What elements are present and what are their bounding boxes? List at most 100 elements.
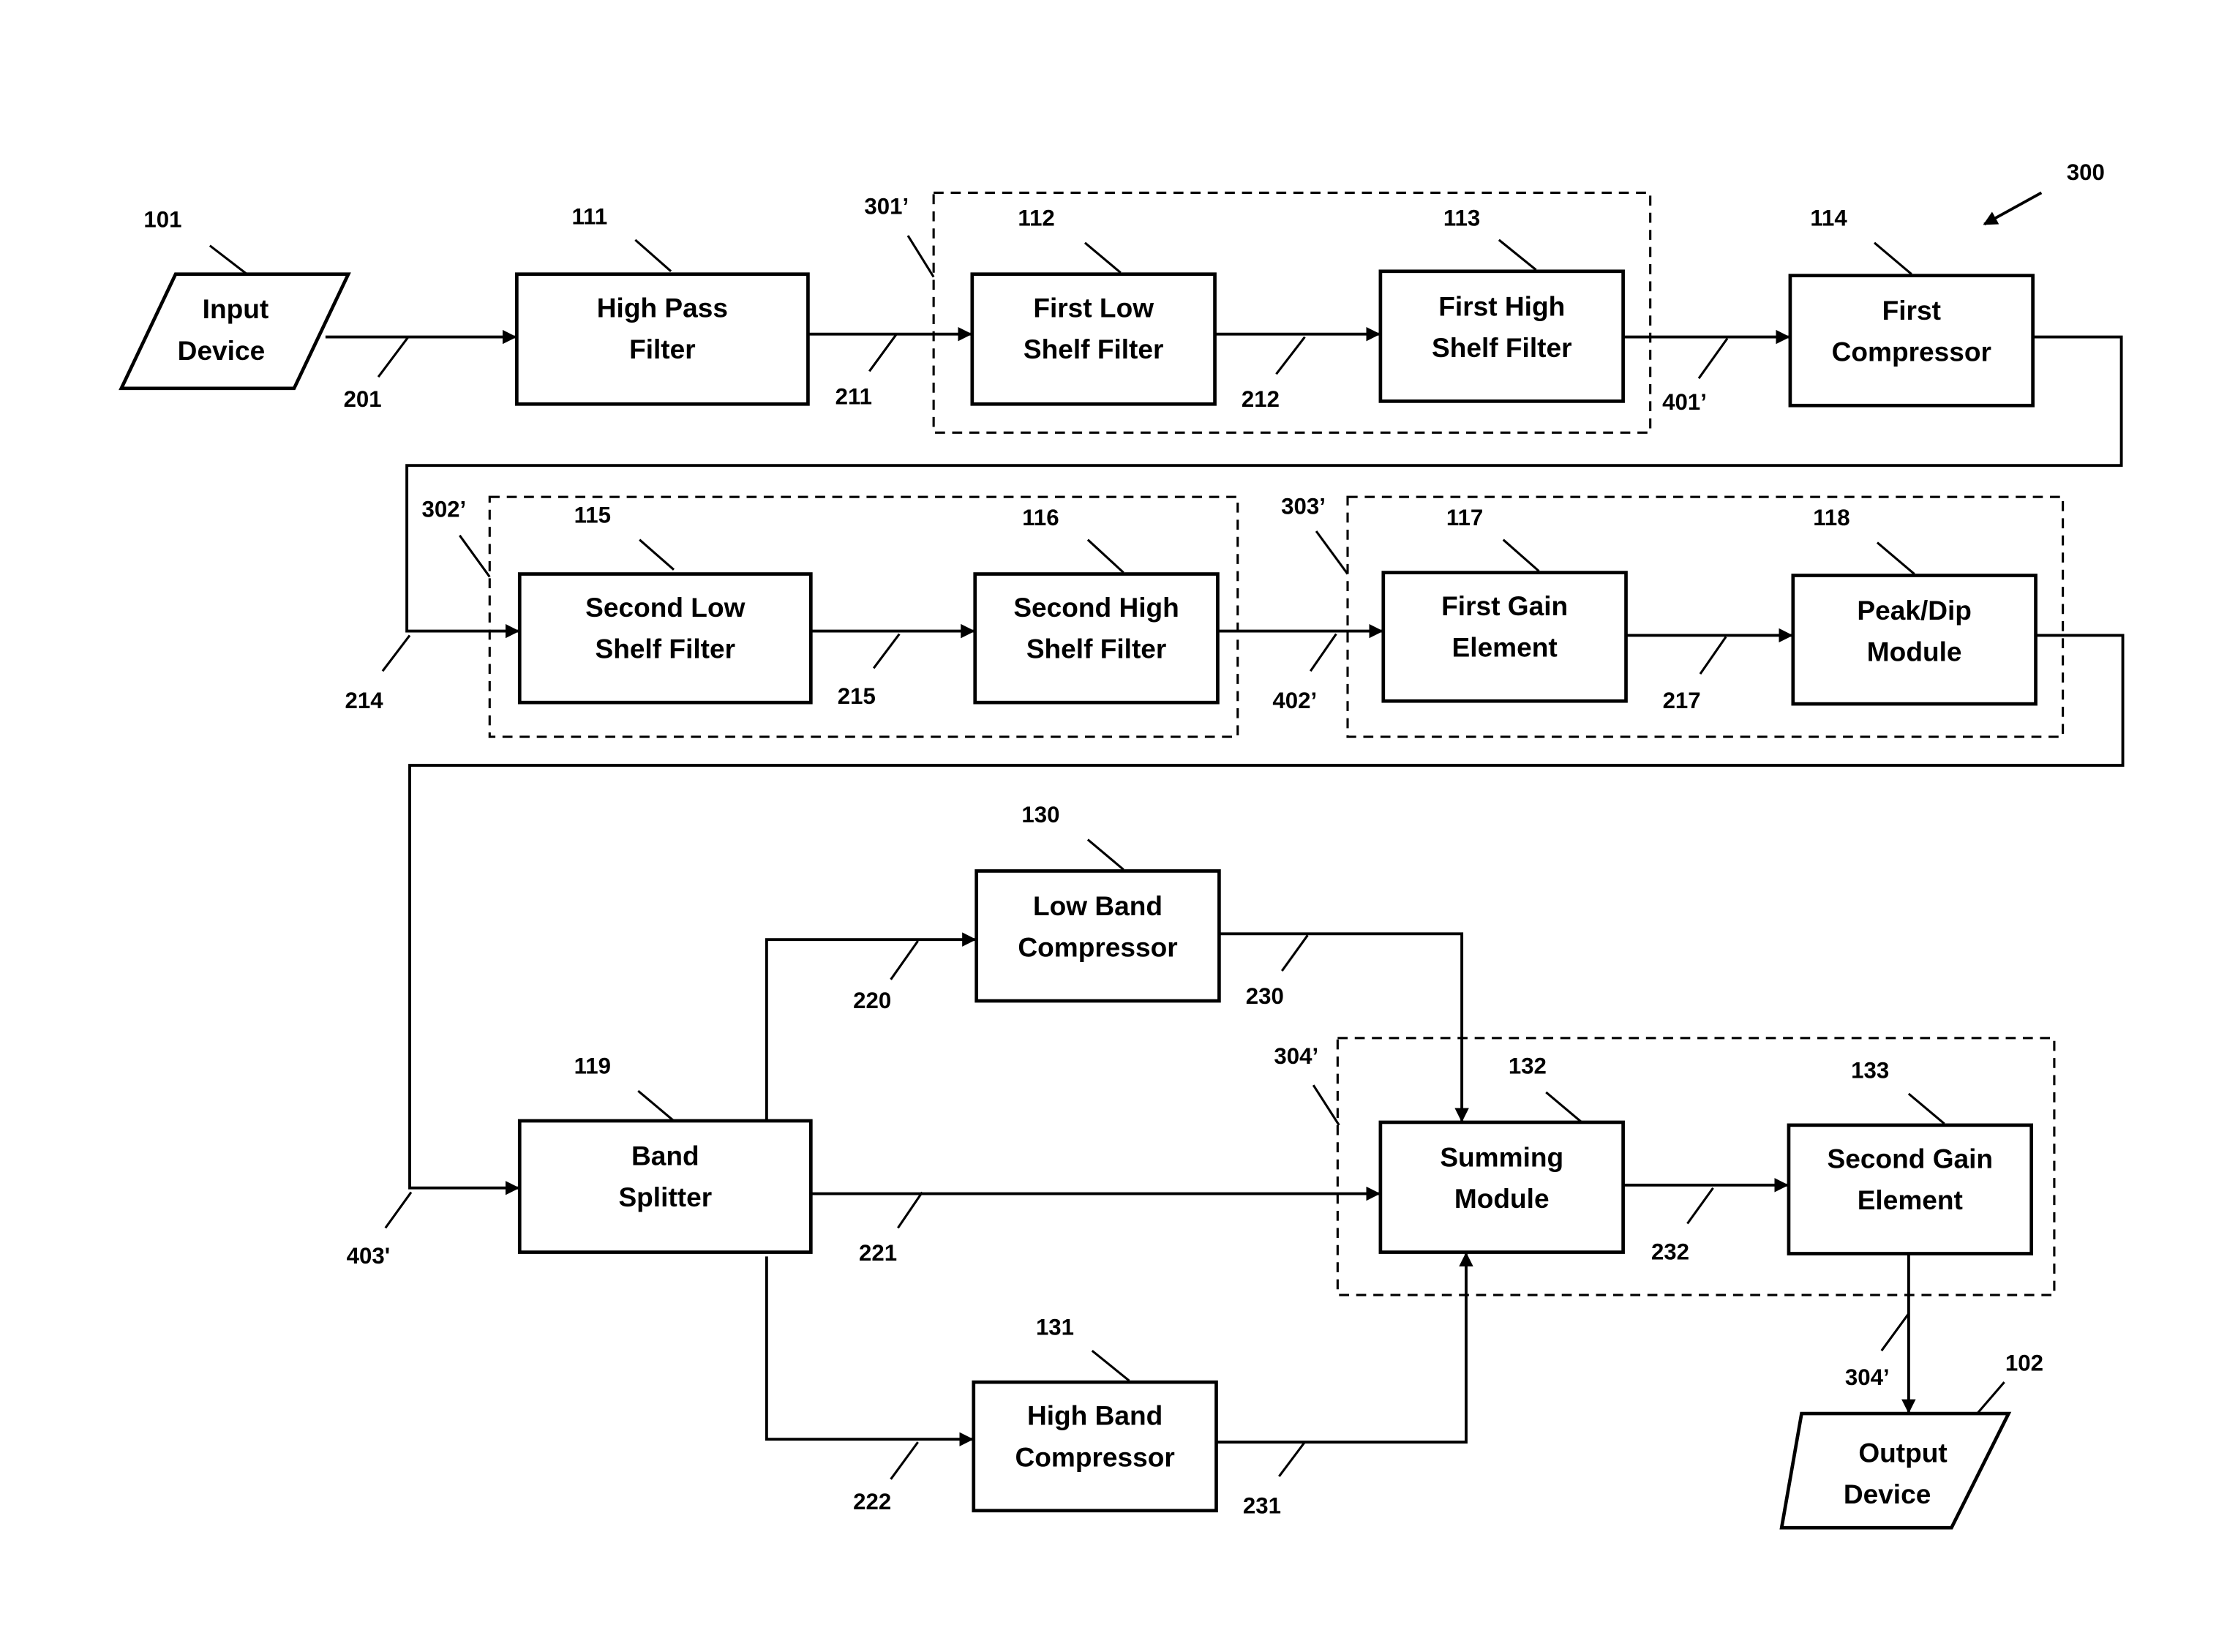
- signal-222-wire: [765, 1256, 974, 1446]
- signal-212-leader: [1275, 336, 1306, 375]
- signal-403-wire: [408, 634, 2125, 1195]
- output-device-block[interactable]: Output Device: [1779, 1411, 2012, 1530]
- first-compressor-label-line2: Compressor: [1832, 337, 1991, 367]
- first-compressor-label-line1: First: [1882, 295, 1941, 326]
- summing-module-block[interactable]: Summing Module: [1378, 1120, 1625, 1254]
- first-high-shelf-filter-label-line2: Shelf Filter: [1432, 332, 1572, 363]
- first-high-shelf-filter-ref: 113: [1443, 205, 1480, 230]
- second-high-shelf-filter-block[interactable]: Second High Shelf Filter: [973, 572, 1220, 705]
- signal-201-label: 201: [344, 386, 382, 412]
- low-band-compressor-leader: [1086, 838, 1124, 871]
- output-device-ref: 102: [2005, 1351, 2043, 1376]
- output-device-leader: [1976, 1381, 2005, 1415]
- signal-222-label: 222: [853, 1489, 891, 1514]
- first-low-shelf-filter-leader: [1084, 241, 1122, 274]
- second-high-shelf-filter-label-line1: Second High: [1013, 592, 1179, 623]
- low-band-compressor-label-line1: Low Band: [1033, 890, 1163, 921]
- group-leader-304: [1312, 1084, 1340, 1126]
- high-pass-filter-leader: [634, 239, 672, 272]
- second-high-shelf-filter-ref: 116: [1022, 505, 1059, 530]
- first-high-shelf-filter-block[interactable]: First High Shelf Filter: [1378, 269, 1625, 403]
- high-pass-filter-label-line2: Filter: [629, 334, 696, 364]
- first-compressor-block[interactable]: First Compressor: [1788, 274, 2035, 408]
- high-band-compressor-leader: [1091, 1349, 1130, 1382]
- signal-304-output-label: 304’: [1845, 1364, 1890, 1390]
- group-label-304: 304’: [1274, 1043, 1318, 1069]
- output-device-label-line2: Device: [1844, 1479, 1931, 1509]
- signal-211-leader: [868, 333, 898, 372]
- signal-221-leader: [897, 1191, 923, 1229]
- low-band-compressor-block[interactable]: Low Band Compressor: [974, 869, 1221, 1003]
- output-device-shape: [1779, 1411, 2012, 1530]
- input-device-ref: 101: [143, 206, 181, 232]
- group-leader-302: [459, 534, 491, 578]
- signal-215-leader: [872, 633, 901, 669]
- signal-217-leader: [1699, 636, 1727, 675]
- band-splitter-ref: 119: [574, 1054, 611, 1079]
- signal-231-wire: [1216, 1252, 1473, 1444]
- summing-module-ref: 132: [1509, 1054, 1547, 1079]
- first-gain-element-block[interactable]: First Gain Element: [1381, 571, 1628, 703]
- summing-module-label-line2: Module: [1454, 1183, 1550, 1214]
- signal-402-label: 402’: [1272, 688, 1317, 713]
- signal-403-label: 403': [347, 1243, 391, 1269]
- second-gain-element-label-line1: Second Gain: [1828, 1143, 1994, 1174]
- signal-403-leader: [384, 1191, 413, 1229]
- signal-304-output-leader: [1880, 1313, 1910, 1352]
- high-pass-filter-ref: 111: [572, 203, 608, 229]
- summing-module-label-line1: Summing: [1440, 1141, 1563, 1172]
- second-high-shelf-filter-leader: [1086, 538, 1124, 574]
- high-band-compressor-ref: 131: [1036, 1315, 1074, 1340]
- first-low-shelf-filter-ref: 112: [1018, 205, 1054, 230]
- input-device-leader: [209, 244, 248, 275]
- second-low-shelf-filter-block[interactable]: Second Low Shelf Filter: [517, 572, 813, 705]
- input-device-label-line1: Input: [203, 293, 269, 324]
- band-splitter-block[interactable]: Band Splitter: [517, 1119, 813, 1254]
- signal-232-leader: [1686, 1187, 1714, 1225]
- first-high-shelf-filter-leader: [1498, 239, 1537, 271]
- high-pass-filter-block[interactable]: High Pass Filter: [515, 272, 810, 406]
- signal-401-leader: [1697, 337, 1729, 380]
- signal-211-label: 211: [835, 383, 872, 409]
- audio-processing-block-diagram: 300 301’ 302’ 303’ 304’ Input Device 101…: [119, 159, 2125, 1530]
- first-gain-element-label-line2: Element: [1452, 632, 1558, 663]
- signal-214-leader: [381, 634, 411, 672]
- first-low-shelf-filter-label-line1: First Low: [1033, 292, 1154, 323]
- input-device-block[interactable]: Input Device: [119, 272, 351, 391]
- peak-dip-module-block[interactable]: Peak/Dip Module: [1791, 574, 2038, 706]
- second-gain-element-leader: [1907, 1092, 1945, 1125]
- low-band-compressor-label-line2: Compressor: [1018, 932, 1177, 963]
- band-splitter-label-line2: Splitter: [618, 1182, 712, 1212]
- second-low-shelf-filter-label-line2: Shelf Filter: [596, 634, 736, 664]
- signal-217-label: 217: [1663, 688, 1701, 713]
- band-splitter-label-line1: Band: [631, 1141, 699, 1171]
- signal-230-wire: [1219, 932, 1469, 1122]
- high-pass-filter-label-line1: High Pass: [597, 292, 728, 323]
- band-splitter-leader: [637, 1089, 675, 1122]
- first-gain-element-ref: 117: [1446, 505, 1483, 530]
- low-band-compressor-ref: 130: [1021, 802, 1059, 827]
- peak-dip-module-label-line2: Module: [1867, 637, 1962, 667]
- figure-reference-300: 300: [1983, 159, 2105, 226]
- signal-231-label: 231: [1243, 1493, 1281, 1519]
- signal-230-label: 230: [1246, 983, 1284, 1009]
- first-low-shelf-filter-block[interactable]: First Low Shelf Filter: [970, 272, 1217, 406]
- summing-module-leader: [1545, 1091, 1583, 1124]
- second-gain-element-label-line2: Element: [1858, 1184, 1963, 1215]
- signal-220-wire: [765, 932, 977, 1122]
- signal-232-label: 232: [1651, 1239, 1689, 1264]
- group-label-302: 302’: [421, 496, 466, 522]
- first-low-shelf-filter-label-line2: Shelf Filter: [1024, 334, 1164, 364]
- signal-201-leader: [377, 336, 410, 378]
- signal-401-label: 401’: [1662, 389, 1707, 415]
- input-device-shape: [119, 272, 351, 391]
- signal-215-label: 215: [838, 683, 876, 709]
- signal-231-leader: [1278, 1441, 1306, 1477]
- first-gain-element-leader: [1502, 538, 1540, 572]
- signal-220-label: 220: [853, 988, 891, 1013]
- second-gain-element-block[interactable]: Second Gain Element: [1787, 1123, 2034, 1255]
- signal-230-leader: [1280, 934, 1309, 972]
- second-high-shelf-filter-label-line2: Shelf Filter: [1026, 634, 1167, 664]
- peak-dip-module-label-line1: Peak/Dip: [1857, 595, 1972, 626]
- high-band-compressor-block[interactable]: High Band Compressor: [972, 1380, 1218, 1513]
